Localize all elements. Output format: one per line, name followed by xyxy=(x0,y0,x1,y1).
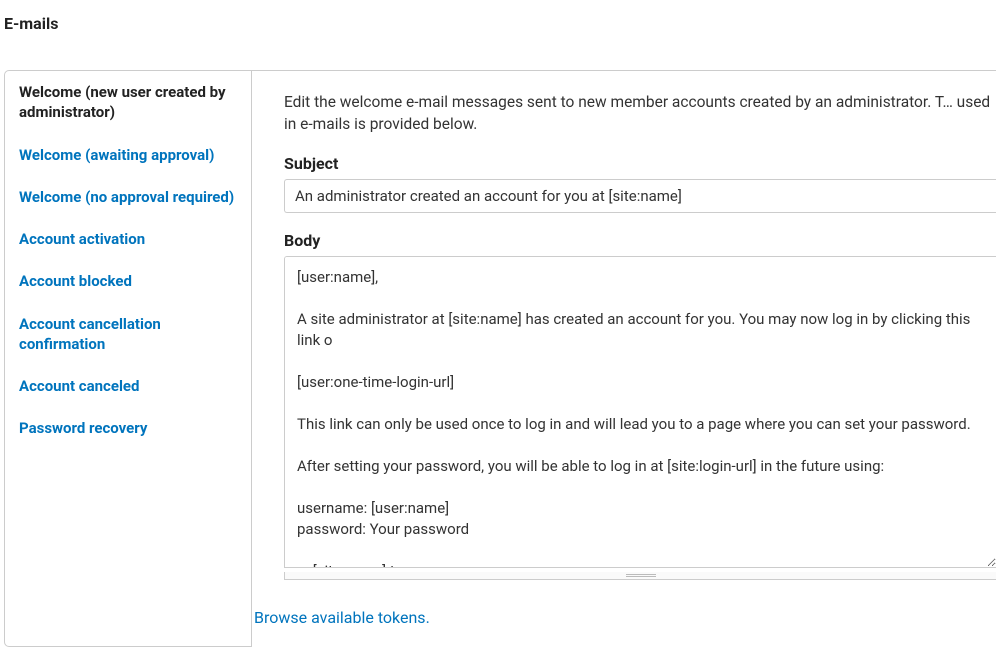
tab-welcome-awaiting-approval[interactable]: Welcome (awaiting approval) xyxy=(5,134,251,176)
tabs-container: Welcome (new user created by administrat… xyxy=(4,70,996,647)
tab-label: Welcome (awaiting approval) xyxy=(19,146,214,164)
vertical-tabs: Welcome (new user created by administrat… xyxy=(4,70,252,647)
tab-welcome-admin-created[interactable]: Welcome (new user created by administrat… xyxy=(5,71,251,134)
tab-label: Account cancellation confirmation xyxy=(19,315,161,353)
body-textarea[interactable] xyxy=(284,256,996,568)
tab-label: Welcome (no approval required) xyxy=(19,188,234,206)
tab-label: Account canceled xyxy=(19,377,139,395)
tab-label: Account activation xyxy=(19,230,145,248)
subject-label: Subject xyxy=(284,154,996,173)
tab-account-canceled[interactable]: Account canceled xyxy=(5,365,251,407)
pane-description: Edit the welcome e-mail messages sent to… xyxy=(284,91,996,136)
tab-label: Welcome (new user created by administrat… xyxy=(19,83,226,121)
tab-account-cancellation-confirmation[interactable]: Account cancellation confirmation xyxy=(5,303,251,366)
content-pane: Edit the welcome e-mail messages sent to… xyxy=(252,70,996,647)
tab-label: Account blocked xyxy=(19,272,132,290)
tab-password-recovery[interactable]: Password recovery xyxy=(5,407,251,449)
tab-account-blocked[interactable]: Account blocked xyxy=(5,260,251,302)
resize-handle[interactable] xyxy=(284,572,996,580)
section-heading: E-mails xyxy=(0,0,996,33)
tab-account-activation[interactable]: Account activation xyxy=(5,218,251,260)
tab-label: Password recovery xyxy=(19,419,147,437)
body-field-block: Body xyxy=(284,231,996,580)
browse-tokens-link[interactable]: Browse available tokens. xyxy=(254,608,430,627)
body-label: Body xyxy=(284,231,996,250)
tab-welcome-no-approval[interactable]: Welcome (no approval required) xyxy=(5,176,251,218)
subject-field-block: Subject xyxy=(284,154,996,213)
subject-input[interactable] xyxy=(284,179,996,213)
